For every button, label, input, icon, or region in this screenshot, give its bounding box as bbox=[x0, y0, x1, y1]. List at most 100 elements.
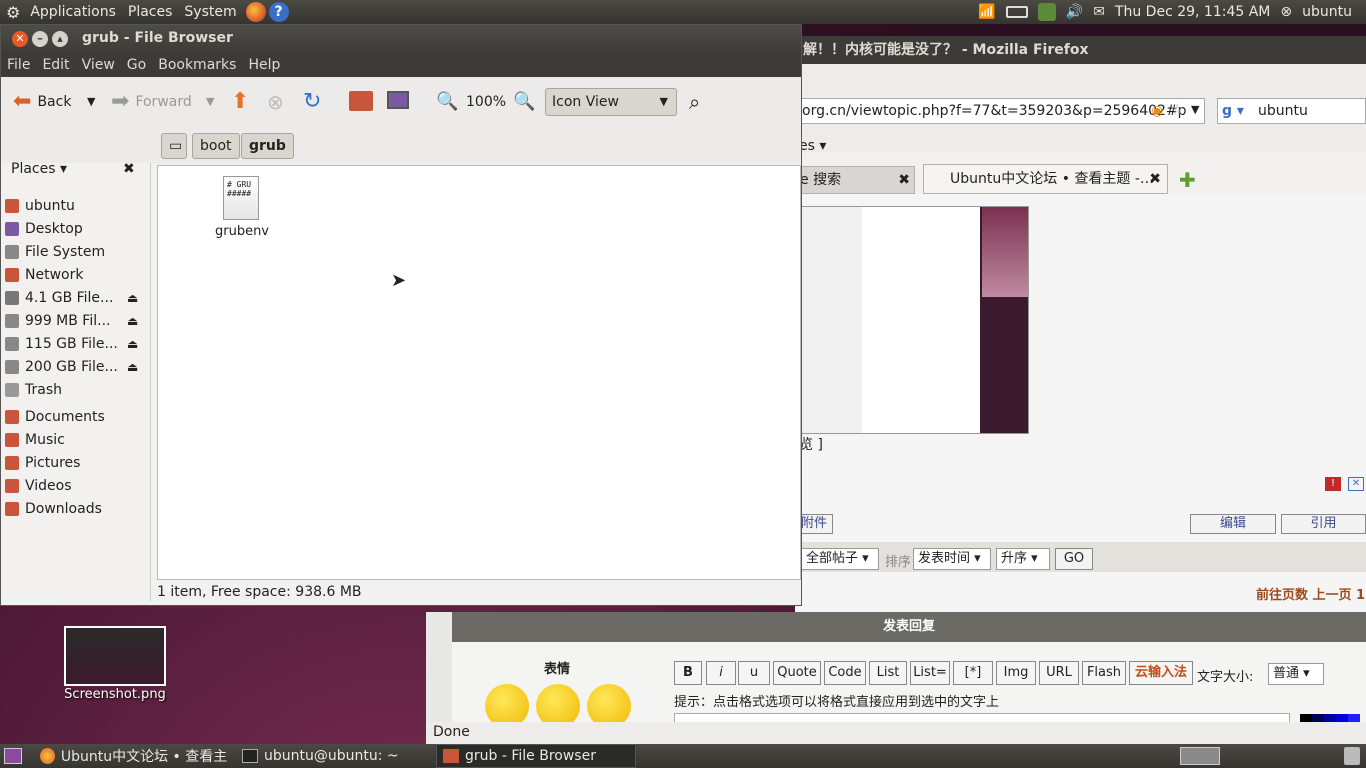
zoom-out-icon[interactable]: 🔍 bbox=[436, 89, 458, 115]
sidebar-item[interactable]: 115 GB File... ⏏ bbox=[5, 333, 138, 355]
delete-post-icon[interactable]: ✕ bbox=[1348, 477, 1364, 491]
trash-icon[interactable] bbox=[1344, 747, 1360, 765]
taskbar-item-firefox[interactable]: Ubuntu中文论坛 • 查看主… bbox=[34, 744, 234, 768]
user-switch-icon[interactable]: ⊗ bbox=[1280, 4, 1292, 20]
maximize-window-icon[interactable]: ▴ bbox=[52, 31, 68, 47]
workspace-switcher[interactable] bbox=[1180, 747, 1220, 765]
applications-menu[interactable]: Applications bbox=[24, 4, 122, 20]
file-view[interactable]: # GRU ##### grubenv ➤ bbox=[157, 165, 801, 580]
menu-go[interactable]: Go bbox=[121, 57, 152, 73]
help-launcher-icon[interactable]: ? bbox=[268, 2, 289, 22]
filter-select[interactable]: 全部帖子 ▾ bbox=[801, 548, 879, 570]
report-icon[interactable]: ! bbox=[1325, 477, 1341, 491]
list-ordered-button[interactable]: List= bbox=[910, 661, 950, 685]
window-titlebar[interactable]: ✕ – ▴ grub - File Browser bbox=[1, 25, 801, 53]
mail-icon[interactable]: ✉ bbox=[1093, 4, 1105, 20]
preview-suffix[interactable]: 览 ] bbox=[799, 434, 823, 454]
cloud-ime-button[interactable]: 云输入法 bbox=[1129, 661, 1193, 685]
eject-icon[interactable]: ⏏ bbox=[127, 314, 138, 328]
taskbar-item-file-browser[interactable]: grub - File Browser bbox=[436, 744, 636, 768]
menu-help[interactable]: Help bbox=[242, 57, 286, 73]
embedded-screenshot-image[interactable] bbox=[801, 206, 1029, 434]
clock[interactable]: Thu Dec 29, 11:45 AM bbox=[1115, 4, 1270, 20]
sidebar-item[interactable]: Music bbox=[5, 429, 65, 451]
sidebar-item[interactable]: Downloads bbox=[5, 498, 102, 520]
bold-button[interactable]: B bbox=[674, 661, 702, 685]
sidebar-item[interactable]: File System bbox=[5, 241, 105, 263]
img-button[interactable]: Img bbox=[996, 661, 1036, 685]
forward-button[interactable]: ➡ Forward bbox=[111, 89, 192, 115]
sidebar-item[interactable]: ubuntu bbox=[5, 195, 75, 217]
tab-search[interactable]: e 搜索 ✖ bbox=[795, 166, 915, 194]
sidebar-item[interactable]: Documents bbox=[5, 406, 105, 428]
sidebar-item[interactable]: Videos bbox=[5, 475, 72, 497]
flash-button[interactable]: Flash bbox=[1082, 661, 1126, 685]
zoom-level[interactable]: 100% bbox=[466, 89, 506, 115]
order-select[interactable]: 升序 ▾ bbox=[996, 548, 1050, 570]
close-sidebar-icon[interactable]: ✖ bbox=[123, 161, 135, 177]
up-icon[interactable]: ⬆ bbox=[231, 89, 249, 115]
underline-button[interactable]: u bbox=[738, 661, 770, 685]
menu-file[interactable]: File bbox=[1, 57, 36, 73]
font-size-select[interactable]: 普通 ▾ bbox=[1268, 663, 1324, 685]
sidebar-item[interactable]: 200 GB File... ⏏ bbox=[5, 356, 138, 378]
ubuntu-logo-icon[interactable]: ⚙ bbox=[0, 3, 24, 22]
quote-button[interactable]: Quote bbox=[773, 661, 821, 685]
menu-view[interactable]: View bbox=[76, 57, 121, 73]
go-button[interactable]: GO bbox=[1055, 548, 1093, 570]
wifi-icon[interactable]: 📶 bbox=[978, 4, 995, 20]
path-grub-button[interactable]: grub bbox=[241, 133, 294, 159]
url-dropdown-icon[interactable]: ▼ bbox=[1191, 103, 1199, 116]
url-bar[interactable]: org.cn/viewtopic.php?f=77&t=359203&p=259… bbox=[795, 98, 1205, 124]
battery-icon[interactable] bbox=[1005, 6, 1028, 18]
sidebar-item[interactable]: 999 MB Fil... ⏏ bbox=[5, 310, 138, 332]
menu-edit[interactable]: Edit bbox=[36, 57, 75, 73]
file-item[interactable]: # GRU ##### grubenv bbox=[202, 176, 282, 246]
google-search-engine-icon[interactable]: g ▾ bbox=[1222, 103, 1244, 119]
sort-by-select[interactable]: 发表时间 ▾ bbox=[913, 548, 991, 570]
list-item-button[interactable]: [*] bbox=[953, 661, 993, 685]
italic-button[interactable]: i bbox=[706, 661, 736, 685]
volume-icon[interactable]: 🔊 bbox=[1066, 4, 1083, 20]
home-folder-icon[interactable] bbox=[349, 91, 373, 111]
sidebar-item[interactable]: Desktop bbox=[5, 218, 83, 240]
back-history-dropdown-icon[interactable]: ▼ bbox=[87, 89, 95, 115]
taskbar-item-terminal[interactable]: ubuntu@ubuntu: ~ bbox=[236, 744, 432, 768]
show-desktop-icon[interactable] bbox=[4, 748, 22, 764]
path-boot-button[interactable]: boot bbox=[192, 133, 240, 159]
zoom-in-icon[interactable]: 🔍 bbox=[513, 89, 535, 115]
computer-icon[interactable] bbox=[387, 91, 409, 109]
search-icon[interactable]: ⌕ bbox=[689, 89, 700, 115]
places-menu[interactable]: Places bbox=[122, 4, 179, 20]
sidebar-item[interactable]: 4.1 GB File... ⏏ bbox=[5, 287, 138, 309]
close-tab-icon[interactable]: ✖ bbox=[898, 167, 910, 193]
bookmark-star-icon[interactable]: ☆ bbox=[1171, 102, 1184, 118]
sidebar-item[interactable]: Trash bbox=[5, 379, 62, 401]
close-window-icon[interactable]: ✕ bbox=[12, 31, 28, 47]
stop-icon[interactable]: ⊗ bbox=[267, 89, 284, 115]
forward-history-dropdown-icon[interactable]: ▼ bbox=[206, 89, 214, 115]
edit-post-button[interactable]: 编辑 bbox=[1190, 514, 1276, 534]
view-mode-select[interactable]: Icon View ▼ bbox=[545, 88, 677, 116]
eject-icon[interactable]: ⏏ bbox=[127, 337, 138, 351]
color-palette[interactable] bbox=[1300, 714, 1360, 722]
sidebar-item[interactable]: Pictures bbox=[5, 452, 80, 474]
close-tab-icon[interactable]: ✖ bbox=[1149, 165, 1161, 193]
minimize-window-icon[interactable]: – bbox=[32, 31, 48, 47]
code-button[interactable]: Code bbox=[824, 661, 866, 685]
rss-icon[interactable]: ◉ bbox=[1151, 103, 1163, 119]
pagination[interactable]: 前往页数 上一页 1, bbox=[1256, 584, 1366, 603]
back-button[interactable]: ⬅ Back bbox=[13, 89, 71, 115]
list-button[interactable]: List bbox=[869, 661, 907, 685]
tab-forum-topic[interactable]: Ubuntu中文论坛 • 查看主题 -… ✖ bbox=[923, 164, 1168, 194]
path-root-button[interactable]: ▭ bbox=[161, 133, 187, 159]
system-menu[interactable]: System bbox=[178, 4, 242, 20]
user-menu[interactable]: ubuntu bbox=[1302, 4, 1352, 20]
menu-bookmarks[interactable]: Bookmarks bbox=[152, 57, 242, 73]
bookmarks-menu[interactable]: es ▾ bbox=[799, 138, 826, 154]
reload-icon[interactable]: ↻ bbox=[303, 89, 321, 115]
eject-icon[interactable]: ⏏ bbox=[127, 360, 138, 374]
url-button[interactable]: URL bbox=[1039, 661, 1079, 685]
update-icon[interactable] bbox=[1037, 3, 1056, 21]
sidebar-item[interactable]: Network bbox=[5, 264, 83, 286]
